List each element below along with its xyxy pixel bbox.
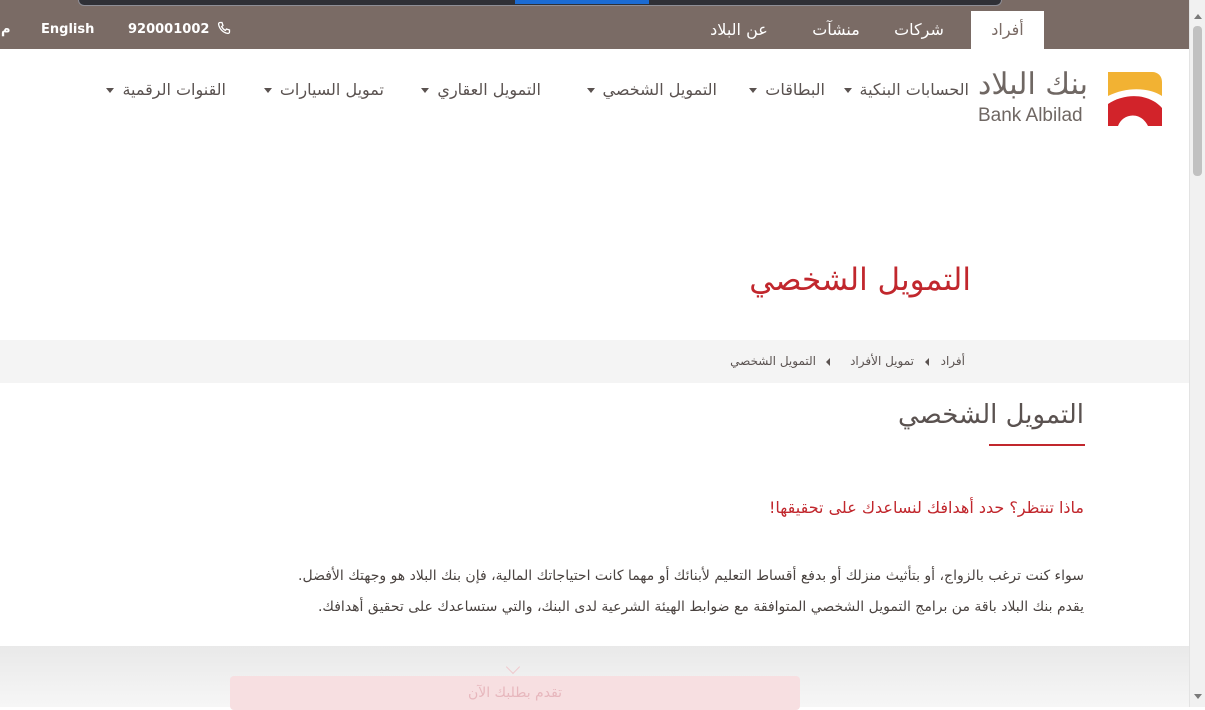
- language-switch[interactable]: English: [41, 11, 94, 49]
- phone-icon: [217, 21, 231, 35]
- vertical-scrollbar[interactable]: [1189, 0, 1205, 707]
- scroll-down-arrow-icon[interactable]: [1194, 694, 1202, 699]
- nav-auto-finance[interactable]: تمويل السيارات: [263, 80, 384, 99]
- tab-establishments[interactable]: منشآت: [803, 11, 869, 49]
- nav-personal-finance-label: التمويل الشخصي: [602, 80, 717, 99]
- caret-down-icon: [749, 88, 758, 93]
- nav-personal-finance[interactable]: التمويل الشخصي: [586, 80, 717, 99]
- apply-now-button[interactable]: تقدم بطلبك الآن: [230, 676, 800, 710]
- caret-down-icon: [106, 88, 115, 93]
- nav-bank-accounts[interactable]: الحسابات البنكية: [843, 80, 970, 99]
- breadcrumb-individuals[interactable]: أفراد: [941, 354, 965, 368]
- tab-about-albilad[interactable]: عن البلاد: [699, 11, 779, 49]
- title-underline: [989, 444, 1085, 446]
- scrollbar-thumb[interactable]: [1193, 26, 1202, 176]
- caret-down-icon: [421, 88, 430, 93]
- tab-individuals[interactable]: أفراد: [971, 11, 1044, 49]
- caret-down-icon: [263, 88, 272, 93]
- logo-emblem-icon: [1108, 72, 1162, 126]
- caret-down-icon: [843, 88, 852, 93]
- nav-digital-channels-label: القنوات الرقمية: [122, 80, 226, 99]
- nav-real-estate-finance[interactable]: التمويل العقاري: [421, 80, 541, 99]
- cut-off-link[interactable]: م: [1, 11, 11, 49]
- tab-companies[interactable]: شركات: [889, 11, 949, 49]
- breadcrumb-individual-finance[interactable]: تمويل الأفراد: [850, 354, 914, 368]
- nav-cards-label: البطاقات: [765, 80, 825, 99]
- scroll-up-arrow-icon[interactable]: [1194, 14, 1202, 19]
- bank-logo[interactable]: بنك البلاد Bank Albilad: [976, 63, 1166, 133]
- page-hero-title: التمويل الشخصي: [749, 262, 971, 298]
- address-bar-highlight: [515, 0, 649, 4]
- nav-real-estate-finance-label: التمويل العقاري: [437, 80, 541, 99]
- breadcrumb: أفراد تمويل الأفراد التمويل الشخصي: [0, 340, 1189, 383]
- logo-english-text: Bank Albilad: [978, 105, 1083, 126]
- paragraph-1: سواء كنت ترغب بالزواج، أو بتأثيث منزلك أ…: [298, 568, 1084, 584]
- phone-number: 920001002: [128, 22, 210, 37]
- nav-digital-channels[interactable]: القنوات الرقمية: [106, 80, 226, 99]
- paragraph-2: يقدم بنك البلاد باقة من برامج التمويل ال…: [317, 599, 1084, 615]
- nav-auto-finance-label: تمويل السيارات: [279, 80, 384, 99]
- caret-down-icon: [586, 88, 595, 93]
- breadcrumb-personal-finance: التمويل الشخصي: [730, 354, 816, 368]
- phone-number-link[interactable]: 920001002: [128, 11, 231, 49]
- triangle-left-icon: [925, 358, 929, 366]
- logo-arabic-text: بنك البلاد: [977, 67, 1089, 102]
- section-subheading: ماذا تنتظر؟ حدد أهدافك لنساعدك على تحقيق…: [769, 498, 1084, 517]
- browser-address-bar[interactable]: [78, 0, 1002, 6]
- nav-cards[interactable]: البطاقات: [749, 80, 825, 99]
- triangle-left-icon: [826, 358, 830, 366]
- top-bar: أفراد شركات منشآت عن البلاد 920001002 En…: [0, 11, 1189, 49]
- section-title: التمويل الشخصي: [898, 400, 1084, 430]
- main-header: بنك البلاد Bank Albilad الحسابات البنكية…: [0, 49, 1189, 149]
- nav-bank-accounts-label: الحسابات البنكية: [859, 80, 970, 99]
